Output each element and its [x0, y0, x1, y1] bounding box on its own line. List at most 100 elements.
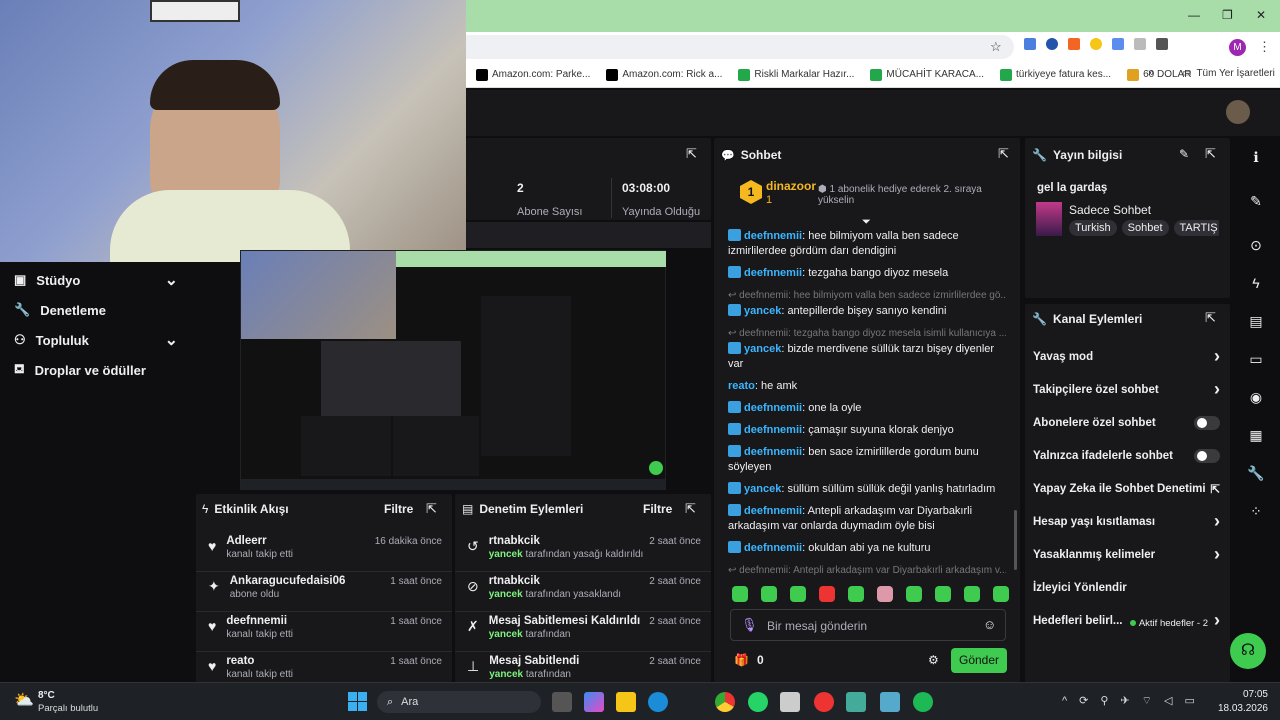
- emote-icon[interactable]: [877, 586, 893, 602]
- chevron-right-icon[interactable]: ›: [1214, 511, 1220, 532]
- expand-icon[interactable]: ⏷: [862, 216, 871, 229]
- popout-icon[interactable]: ⇱: [1205, 146, 1216, 162]
- mic-icon[interactable]: 🎙: [741, 617, 758, 633]
- nav-item-3[interactable]: ⛾ Droplar ve ödüller: [0, 355, 194, 385]
- activity-row[interactable]: ♥ deefnnemii kanalı takip etti 1 saat önce: [196, 612, 452, 652]
- edit-icon[interactable]: ✎: [1233, 182, 1279, 220]
- activity-row[interactable]: ♥ Adleerr kanalı takip etti 16 dakika önce: [196, 532, 452, 572]
- bookmark-item[interactable]: Riskli Markalar Hazır...: [738, 68, 854, 81]
- extension-icon[interactable]: [1046, 38, 1058, 50]
- nav-item-2[interactable]: ⚇ Topluluk ⌄: [0, 325, 194, 355]
- chat-input[interactable]: 🎙 Bir mesaj gönderin ☺: [730, 609, 1006, 641]
- channel-action-item[interactable]: İzleyici Yönlendir: [1025, 571, 1230, 604]
- chat-username[interactable]: deefnnemii: [744, 424, 802, 436]
- mod-row[interactable]: ↺ rtnabkcik yancek tarafından yasağı kaldı…: [455, 532, 711, 572]
- chat-username[interactable]: deefnnemii: [744, 402, 802, 414]
- all-bookmarks[interactable]: ▭ Tüm Yer İşaretleri: [1182, 68, 1275, 79]
- calculator-icon[interactable]: [846, 692, 866, 712]
- extension-icon[interactable]: [1024, 38, 1036, 50]
- document-icon[interactable]: ▤: [1233, 302, 1279, 340]
- channel-action-item[interactable]: Hesap yaşı kısıtlaması ›: [1025, 505, 1230, 538]
- popout-icon[interactable]: ⇱: [686, 146, 697, 162]
- extension-icon[interactable]: [1068, 38, 1080, 50]
- bolt-icon[interactable]: ϟ: [1233, 264, 1279, 302]
- chat-username[interactable]: deefnnemii: [744, 505, 802, 517]
- stream-preview[interactable]: [240, 250, 666, 490]
- leader-name[interactable]: dinazoor: [766, 179, 816, 193]
- maximize-icon[interactable]: ❐: [1222, 8, 1233, 22]
- chat-username[interactable]: reato: [728, 380, 755, 392]
- task-view-icon[interactable]: [552, 692, 572, 712]
- puzzle-icon[interactable]: [1156, 38, 1168, 50]
- popout-icon[interactable]: ⇱: [426, 501, 437, 517]
- app-icon[interactable]: [814, 692, 834, 712]
- chevron-right-icon[interactable]: ›: [1214, 379, 1220, 400]
- settings-icon[interactable]: ⚙: [928, 653, 939, 667]
- channel-action-item[interactable]: Yasaklanmış kelimeler ›: [1025, 538, 1230, 571]
- chat-username[interactable]: yancek: [744, 483, 781, 495]
- mod-actor[interactable]: yancek: [489, 549, 523, 560]
- taskbar-search[interactable]: ⌕ Ara: [377, 691, 541, 713]
- emote-icon[interactable]: [761, 586, 777, 602]
- whatsapp-icon[interactable]: [748, 692, 768, 712]
- file-explorer-icon[interactable]: [616, 692, 636, 712]
- channel-action-item[interactable]: Yavaş mod ›: [1025, 340, 1230, 373]
- mod-actor[interactable]: yancek: [489, 669, 523, 680]
- channel-points[interactable]: 🎁 0: [734, 653, 764, 667]
- extension-icon[interactable]: [1090, 38, 1102, 50]
- layout-icon[interactable]: ▦: [1233, 416, 1279, 454]
- close-icon[interactable]: ✕: [1256, 8, 1266, 22]
- chrome-icon[interactable]: [715, 692, 735, 712]
- extension-icon[interactable]: [1134, 38, 1146, 50]
- tag[interactable]: TARTIŞ: [1173, 220, 1219, 236]
- tag[interactable]: Turkish: [1069, 220, 1117, 236]
- category-name[interactable]: Sadece Sohbet: [1069, 203, 1151, 217]
- channel-action-item[interactable]: Yapay Zeka ile Sohbet Denetimi ⇱: [1025, 472, 1230, 505]
- bookmark-item[interactable]: Amazon.com: Parke...: [476, 68, 590, 81]
- edit-icon[interactable]: ✎: [1179, 147, 1189, 161]
- toggle-switch[interactable]: [1194, 448, 1220, 463]
- chat-username[interactable]: yancek: [744, 343, 781, 355]
- emote-icon[interactable]: [732, 586, 748, 602]
- emote-icon[interactable]: [906, 586, 922, 602]
- chevron-down-icon[interactable]: ⌄: [165, 330, 178, 350]
- emote-icon[interactable]: [848, 586, 864, 602]
- bookmark-star-icon[interactable]: ☆: [990, 39, 1002, 55]
- menu-icon[interactable]: ⋮: [1258, 39, 1271, 55]
- activity-row[interactable]: ✦ Ankaragucufedaisi06 abone oldu 1 saat önc…: [196, 572, 452, 612]
- user-avatar[interactable]: [1226, 100, 1250, 124]
- chevron-right-icon[interactable]: ›: [1214, 610, 1220, 630]
- channel-action-item[interactable]: Abonelere özel sohbet: [1025, 406, 1230, 439]
- reply-context[interactable]: ↩ deefnnemii: hee bilmiyom valla ben sad…: [728, 288, 1006, 303]
- bookmark-item[interactable]: türkiyeye fatura kes...: [1000, 68, 1111, 81]
- popout-icon[interactable]: ⇱: [998, 146, 1009, 162]
- bookmark-item[interactable]: MÜCAHİT KARACA...: [870, 68, 984, 81]
- weather-icon[interactable]: ⛅: [14, 690, 34, 710]
- edge-icon[interactable]: [648, 692, 668, 712]
- mod-filter-button[interactable]: Filtre: [643, 502, 672, 516]
- bookmark-item[interactable]: Amazon.com: Rick a...: [606, 68, 722, 81]
- chevron-down-icon[interactable]: ⌄: [165, 270, 178, 290]
- start-icon[interactable]: [348, 692, 367, 711]
- clock-time[interactable]: 07:05: [1218, 689, 1268, 700]
- toggle-switch[interactable]: [1194, 415, 1220, 430]
- send-button[interactable]: Gönder: [951, 648, 1007, 673]
- emote-icon[interactable]: [935, 586, 951, 602]
- tray-icons[interactable]: ^⟳⚲✈⌔◁▭: [1062, 694, 1207, 708]
- external-link-icon[interactable]: ⇱: [1210, 482, 1220, 496]
- profile-avatar[interactable]: M: [1229, 39, 1246, 56]
- mod-actor[interactable]: yancek: [489, 589, 523, 600]
- activity-filter-button[interactable]: Filtre: [384, 502, 413, 516]
- info-icon[interactable]: ℹ: [1233, 138, 1279, 176]
- channel-action-item[interactable]: Hedefleri belirl... Aktif hedefler - 2 ›: [1025, 604, 1230, 637]
- spotify-icon[interactable]: [913, 692, 933, 712]
- nav-item-0[interactable]: ▣ Stüdyo ⌄: [0, 265, 194, 295]
- emote-icon[interactable]: [964, 586, 980, 602]
- chat-username[interactable]: deefnnemii: [744, 446, 802, 458]
- mod-actor[interactable]: yancek: [489, 629, 523, 640]
- emote-icon[interactable]: [993, 586, 1009, 602]
- broadcast-icon[interactable]: ◉: [1233, 378, 1279, 416]
- channel-action-item[interactable]: Takipçilere özel sohbet ›: [1025, 373, 1230, 406]
- extension-icon[interactable]: [1112, 38, 1124, 50]
- mod-row[interactable]: ✗ Mesaj Sabitlemesi Kaldırıldı yancek tara…: [455, 612, 711, 652]
